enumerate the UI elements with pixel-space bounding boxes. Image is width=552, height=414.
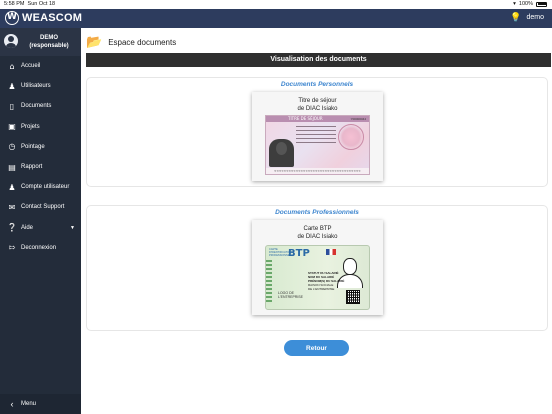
btp-card-label: CARTE D'IDENTIFICATION PROFESSIONNELLE: [269, 248, 295, 257]
sidebar-item-label: Compte utilisateur: [21, 184, 70, 191]
btp-stripe: [266, 260, 272, 304]
sidebar-item-deconnexion[interactable]: ⇰ Deconnexion: [0, 238, 81, 258]
sidebar-item-aide[interactable]: ❔ Aide ▼: [0, 218, 81, 238]
group-legend: Documents Professionnels: [87, 201, 547, 219]
status-time: 5:58 PM Sun Oct 18: [4, 1, 56, 7]
wifi-icon: ▾: [513, 1, 516, 7]
chevron-left-icon: ‹: [10, 399, 14, 409]
profile-role: (responsable): [29, 43, 69, 49]
btp-logo: BTP: [288, 248, 310, 259]
menu-label: Menu: [21, 401, 37, 407]
group-legend: Documents Personnels: [87, 73, 547, 91]
sidebar-item-contact-support[interactable]: ✉ Contact Support: [0, 197, 81, 217]
battery-percent: 100%: [518, 1, 533, 7]
permit-photo: [269, 139, 294, 167]
app-logo[interactable]: W WEASCOM: [5, 11, 82, 25]
status-right: ▾ 100%: [513, 1, 547, 7]
folder-open-icon: 📂: [86, 34, 103, 50]
sidebar-item-label: Deconnexion: [21, 244, 57, 251]
top-header: W WEASCOM 💡 demo: [0, 9, 552, 28]
question-icon: ❔: [7, 223, 17, 233]
sidebar-item-label: Projets: [21, 123, 40, 130]
caret-down-icon: ▼: [70, 224, 75, 231]
permit-mrz: <<<<<<<<<<<<<<<<<<<<<<<<<<<<<<<<<<<<: [266, 168, 369, 174]
document-card-residence-permit[interactable]: Titre de séjour de DIAC Isiako TITRE DE …: [252, 92, 383, 181]
sidebar-item-label: Contact Support: [21, 204, 65, 211]
user-profile: DEMO (responsable): [0, 28, 81, 56]
menu-toggle[interactable]: ‹ Menu: [0, 394, 81, 414]
section-title: Visualisation des documents: [86, 53, 551, 67]
sidebar-item-utilisateurs[interactable]: ♟ Utilisateurs: [0, 76, 81, 96]
sidebar-nav: ⌂ Accueil ♟ Utilisateurs ▯ Documents ▣ Proje…: [0, 56, 81, 258]
battery-icon: [536, 1, 547, 7]
permit-number: Y00000044: [350, 117, 366, 121]
home-icon: ⌂: [9, 61, 15, 71]
card-title: Titre de séjour de DIAC Isiako: [297, 98, 338, 112]
user-icon: ♟: [8, 182, 16, 192]
sidebar-item-projets[interactable]: ▣ Projets: [0, 117, 81, 137]
sidebar-item-label: Pointage: [21, 143, 45, 150]
avatar: [4, 34, 18, 48]
page-header: 📂 Espace documents: [86, 33, 176, 51]
personal-documents-group: Documents Personnels Titre de séjour de …: [86, 77, 548, 187]
sidebar-item-label: Documents: [21, 103, 52, 110]
profile-username: DEMO: [40, 35, 58, 41]
profile-name: DEMO (responsable): [20, 34, 78, 50]
btp-card-image[interactable]: CARTE D'IDENTIFICATION PROFESSIONNELLE B…: [265, 245, 370, 310]
residence-permit-image[interactable]: TITRE DE SÉJOUR Y00000044 <<<<<<<<<<<<<<…: [265, 115, 370, 175]
sidebar-item-accueil[interactable]: ⌂ Accueil: [0, 56, 81, 76]
professional-documents-group: Documents Professionnels Carte BTP de DI…: [86, 205, 548, 331]
sidebar-item-label: Utilisateurs: [21, 83, 51, 90]
sidebar-item-label: Rapport: [21, 164, 43, 171]
users-icon: ♟: [8, 81, 16, 91]
document-icon: ▤: [8, 162, 16, 172]
sidebar-item-pointage[interactable]: ◷ Pointage: [0, 137, 81, 157]
sidebar-item-compte-utilisateur[interactable]: ♟ Compte utilisateur: [0, 177, 81, 197]
flag-icon: [326, 249, 336, 255]
main-content: 📂 Espace documents Visualisation des doc…: [81, 28, 552, 414]
page-title: Espace documents: [108, 37, 177, 47]
logout-icon: ⇰: [8, 243, 16, 253]
status-bar: 5:58 PM Sun Oct 18 ▾ 100%: [0, 0, 552, 9]
btp-card-text: STATUT DU SALARIÉ NOM DU SALARIÉ PRÉNOM(…: [308, 271, 345, 291]
back-button[interactable]: Retour: [284, 340, 349, 356]
permit-text-lines: [296, 126, 336, 146]
logo-mark-icon: W: [5, 11, 19, 25]
sidebar-item-rapport[interactable]: ▤ Rapport: [0, 157, 81, 177]
sidebar-item-label: Accueil: [21, 63, 41, 70]
card-title: Carte BTP de DIAC Isiako: [297, 226, 338, 240]
username: demo: [526, 14, 544, 21]
user-menu[interactable]: 💡 demo: [510, 12, 544, 23]
briefcase-icon: ▣: [8, 122, 16, 132]
sidebar-item-documents[interactable]: ▯ Documents: [0, 96, 81, 116]
lightbulb-icon: 💡: [510, 12, 522, 22]
envelope-icon: ✉: [8, 202, 16, 212]
sidebar-item-label: Aide: [21, 224, 34, 231]
logo-text: WEASCOM: [22, 12, 83, 24]
sidebar: DEMO (responsable) ⌂ Accueil ♟ Utilisateur…: [0, 28, 81, 414]
clock-icon: ◷: [8, 142, 16, 152]
permit-seal: [338, 124, 364, 150]
company-logo-placeholder: LOGO DE L'ENTREPRISE: [278, 291, 303, 299]
folder-open-icon: ▯: [9, 101, 15, 111]
document-card-btp[interactable]: Carte BTP de DIAC Isiako CARTE D'IDENTIF…: [252, 220, 383, 315]
qr-code-icon: [346, 290, 360, 304]
